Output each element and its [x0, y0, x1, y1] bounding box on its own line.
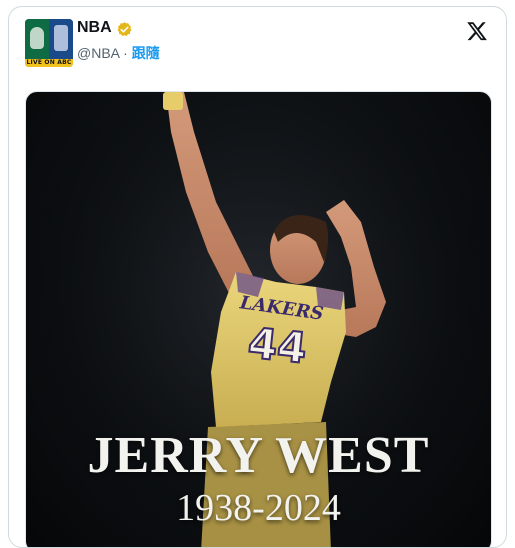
follow-button[interactable]: 跟隨: [132, 45, 160, 61]
separator-dot: ·: [123, 45, 128, 61]
avatar-caption: LIVE ON ABC: [25, 59, 73, 67]
years: 1938-2024: [176, 487, 341, 529]
jersey-number: 44: [246, 318, 309, 373]
handle-row: @NBA · 跟隨: [77, 43, 160, 63]
mavericks-logo-icon: [54, 25, 68, 51]
account-handle[interactable]: @NBA: [77, 45, 119, 61]
headline: JERRY WEST: [87, 427, 430, 484]
avatar[interactable]: LIVE ON ABC: [25, 19, 73, 67]
celtics-logo-icon: [30, 27, 44, 49]
tweet-card: LIVE ON ABC NBA @NBA · 跟隨 LAKERS 44 JERR…: [8, 6, 507, 548]
account-name[interactable]: NBA: [77, 19, 112, 37]
verified-badge-icon: [117, 22, 132, 37]
x-logo-icon[interactable]: [466, 20, 488, 42]
tweet-image[interactable]: LAKERS 44 JERRY WEST 1938-2024: [25, 91, 492, 547]
wristband: [163, 92, 183, 110]
